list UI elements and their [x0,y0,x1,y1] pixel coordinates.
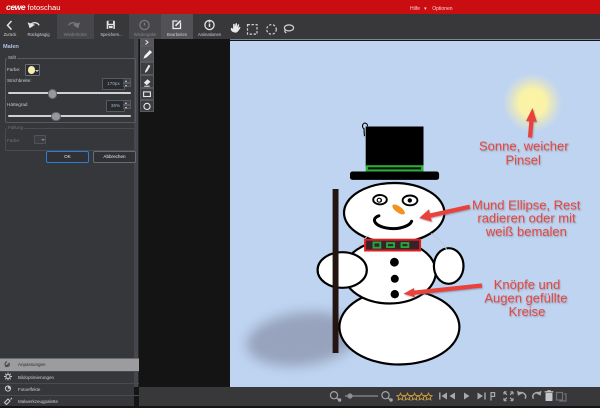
svg-text:Sonne, weicher: Sonne, weicher [479,138,569,153]
svg-text:weiß bemalen: weiß bemalen [485,224,567,239]
svg-text:Kreise: Kreise [509,304,546,319]
svg-text:Pinsel: Pinsel [505,152,541,167]
